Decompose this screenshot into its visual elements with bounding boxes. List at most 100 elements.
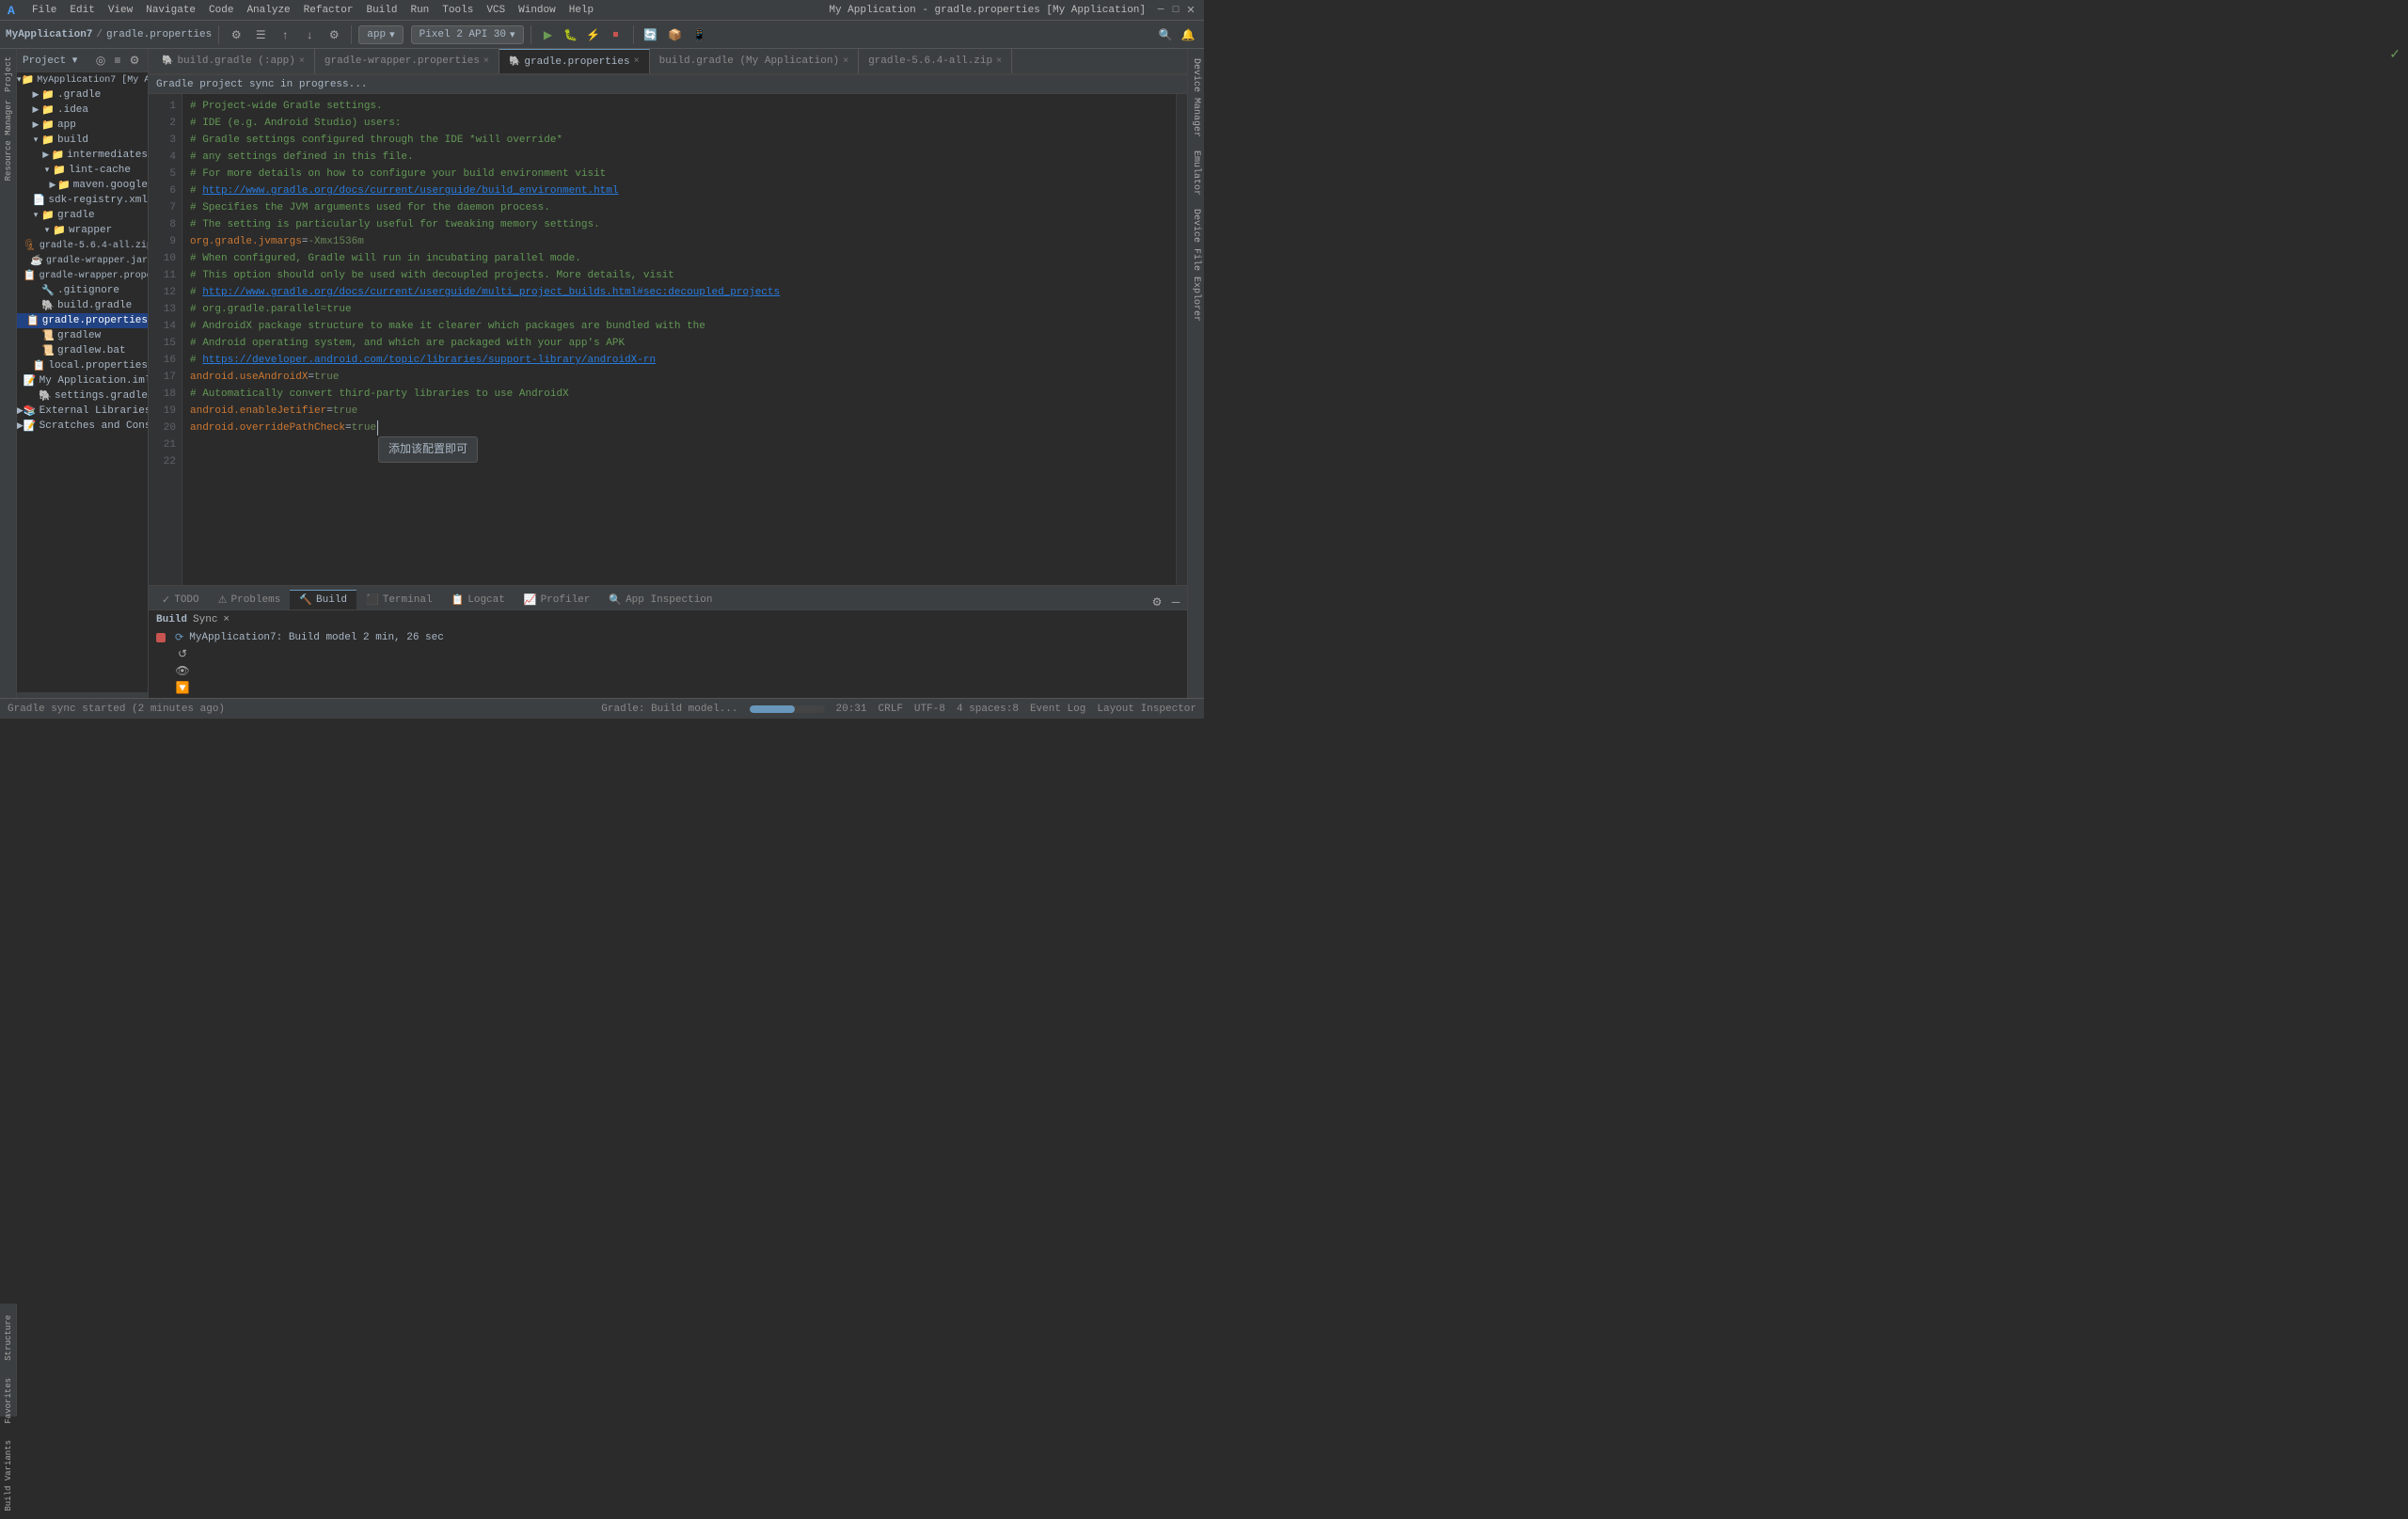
profile-button[interactable]: ⚡ <box>583 24 604 45</box>
menu-build[interactable]: Build <box>360 3 403 18</box>
stop-icon[interactable] <box>156 633 166 642</box>
tab-close-gradle-wrapper-prop[interactable]: × <box>483 56 489 67</box>
build-eye-btn[interactable]: 👁 <box>175 663 190 678</box>
tree-item-app[interactable]: ▶ 📁 app <box>17 118 148 133</box>
toolbar-up-btn[interactable]: ↑ <box>275 24 295 45</box>
right-tab-emulator[interactable]: Emulator <box>1189 145 1203 201</box>
tab-problems[interactable]: ⚠ Problems <box>209 591 291 609</box>
tree-item-wrapper[interactable]: ▾ 📁 wrapper <box>17 223 148 238</box>
tree-item-intermediates[interactable]: ▶ 📁 intermediates <box>17 148 148 163</box>
search-button[interactable]: 🔍 <box>1155 24 1176 45</box>
maximize-button[interactable]: □ <box>1170 5 1181 16</box>
stop-button[interactable]: ⏹ <box>606 24 626 45</box>
run-button[interactable]: ▶ <box>538 24 559 45</box>
tab-app-inspection[interactable]: 🔍 App Inspection <box>599 591 721 609</box>
build-filter-btn[interactable]: 🔽 <box>175 680 190 695</box>
menu-tools[interactable]: Tools <box>436 3 479 18</box>
tab-logcat[interactable]: 📋 Logcat <box>442 591 515 609</box>
tree-item-maven-google[interactable]: ▶ 📁 maven.google <box>17 178 148 193</box>
tab-todo[interactable]: ✓ TODO <box>152 591 209 609</box>
tree-item-external-libraries[interactable]: ▶ 📚 External Libraries <box>17 403 148 419</box>
tree-item-scratches[interactable]: ▶ 📝 Scratches and Consoles <box>17 419 148 434</box>
menu-view[interactable]: View <box>103 3 138 18</box>
tab-label-gradle-properties: gradle.properties <box>524 56 629 68</box>
tab-gradle-wrapper-properties[interactable]: gradle-wrapper.properties × <box>315 49 499 73</box>
tab-build-gradle-myapp[interactable]: build.gradle (My Application) × <box>650 49 859 73</box>
tree-item-lint-cache[interactable]: ▾ 📁 lint-cache <box>17 163 148 178</box>
tab-build[interactable]: 🔨 Build <box>290 590 356 609</box>
tab-close-build-gradle-myapp[interactable]: × <box>843 56 848 67</box>
tab-close-build-gradle-app[interactable]: × <box>299 56 305 67</box>
comment-span: # This option should only be used with d… <box>190 267 674 284</box>
code-editor[interactable]: 12345 678910 1112131415 1617181920 2122 … <box>149 94 1187 585</box>
tree-item-build[interactable]: ▾ 📁 build <box>17 133 148 148</box>
tree-item-gradle[interactable]: ▾ 📁 gradle <box>17 208 148 223</box>
tree-item-gitignore[interactable]: ▶ 🔧 .gitignore <box>17 283 148 298</box>
tab-close-gradle-properties[interactable]: × <box>634 56 640 67</box>
tree-item-gradle-wrapper-prop[interactable]: ▶ 📋 gradle-wrapper.properties <box>17 268 148 283</box>
avd-button[interactable]: 📱 <box>689 24 710 45</box>
progress-bar <box>750 705 825 713</box>
tree-root[interactable]: ▾ 📁 MyApplication7 [My Applicati… <box>17 72 148 87</box>
right-tab-device-file-explorer[interactable]: Device File Explorer <box>1189 203 1203 327</box>
tree-item-gradle-zip[interactable]: ▶ 🗜 gradle-5.6.4-all.zip <box>17 238 148 253</box>
debug-button[interactable]: 🐛 <box>561 24 581 45</box>
tab-build-gradle-app[interactable]: 🐘 build.gradle (:app) × <box>152 49 315 73</box>
menu-vcs[interactable]: VCS <box>481 3 511 18</box>
tree-item-settings-gradle[interactable]: ▶ 🐘 settings.gradle <box>17 388 148 403</box>
tree-item-build-gradle[interactable]: ▶ 🐘 build.gradle <box>17 298 148 313</box>
notifications-button[interactable]: 🔔 <box>1178 24 1198 45</box>
tree-item-gradlew[interactable]: ▶ 📜 gradlew <box>17 328 148 343</box>
event-log-link[interactable]: Event Log <box>1030 704 1085 715</box>
close-button[interactable]: ✕ <box>1185 5 1196 16</box>
menu-window[interactable]: Window <box>513 3 562 18</box>
editor-tab-bar: 🐘 build.gradle (:app) × gradle-wrapper.p… <box>149 49 1187 75</box>
tree-item-gradlew-bat[interactable]: ▶ 📜 gradlew.bat <box>17 343 148 358</box>
tab-gradle-properties[interactable]: 🐘 gradle.properties × <box>499 49 650 73</box>
build-rerun-btn[interactable]: ↺ <box>175 646 190 661</box>
menu-refactor[interactable]: Refactor <box>298 3 359 18</box>
code-content[interactable]: # Project-wide Gradle settings. # IDE (e… <box>182 94 1176 585</box>
tree-item-sdk-registry[interactable]: ▶ 📄 sdk-registry.xml <box>17 193 148 208</box>
tab-profiler[interactable]: 📈 Profiler <box>515 591 600 609</box>
layout-inspector-link[interactable]: Layout Inspector <box>1097 704 1196 715</box>
device-selector[interactable]: Pixel 2 API 30 ▾ <box>411 25 524 44</box>
left-tab-project[interactable]: Project <box>3 53 14 96</box>
project-settings-btn[interactable]: ⚙ <box>127 53 142 68</box>
project-header-icons: ◎ ≡ ⚙ <box>93 53 142 68</box>
toolbar-gear-btn[interactable]: ⚙ <box>324 24 344 45</box>
menu-navigate[interactable]: Navigate <box>140 3 201 18</box>
build-sync-tab[interactable]: Sync <box>193 614 217 625</box>
run-config-selector[interactable]: app ▾ <box>358 25 403 44</box>
menu-edit[interactable]: Edit <box>64 3 100 18</box>
locate-file-btn[interactable]: ◎ <box>93 53 108 68</box>
tree-item-gradle-wrapper-jar[interactable]: ▶ ☕ gradle-wrapper.jar <box>17 253 148 268</box>
bat-file-icon: 📜 <box>41 344 55 357</box>
right-tab-device-manager[interactable]: Device Manager <box>1189 53 1203 143</box>
bottom-panel-settings-btn[interactable]: ⚙ <box>1149 594 1164 609</box>
project-collapse-btn[interactable]: ≡ <box>110 53 125 68</box>
tree-item-my-application-iml[interactable]: ▶ 📝 My Application.iml <box>17 373 148 388</box>
menu-run[interactable]: Run <box>404 3 435 18</box>
sync-button[interactable]: 🔄 <box>641 24 661 45</box>
menu-analyze[interactable]: Analyze <box>241 3 295 18</box>
tab-gradle-zip[interactable]: gradle-5.6.4-all.zip × <box>859 49 1012 73</box>
build-sync-close[interactable]: × <box>223 614 230 625</box>
tree-item-gradle-hidden[interactable]: ▶ 📁 .gradle <box>17 87 148 103</box>
tab-terminal[interactable]: ⬛ Terminal <box>356 591 442 609</box>
menu-file[interactable]: File <box>26 3 62 18</box>
left-tab-resource-manager[interactable]: Resource Manager <box>3 96 14 184</box>
menu-help[interactable]: Help <box>563 3 599 18</box>
toolbar-list-btn[interactable]: ☰ <box>250 24 271 45</box>
minimize-button[interactable]: ─ <box>1155 5 1166 16</box>
toolbar-settings-btn[interactable]: ⚙ <box>226 24 246 45</box>
sdk-button[interactable]: 📦 <box>665 24 686 45</box>
tree-item-gradle-properties[interactable]: ▶ 📋 gradle.properties <box>17 313 148 328</box>
menu-code[interactable]: Code <box>203 3 239 18</box>
tab-close-gradle-zip[interactable]: × <box>996 56 1002 67</box>
tree-label-settings-gradle: settings.gradle <box>55 390 148 402</box>
bottom-panel-close-btn[interactable]: ─ <box>1168 594 1183 609</box>
tree-item-idea[interactable]: ▶ 📁 .idea <box>17 103 148 118</box>
toolbar-down-btn[interactable]: ↓ <box>299 24 320 45</box>
tree-item-local-properties[interactable]: ▶ 📋 local.properties <box>17 358 148 373</box>
